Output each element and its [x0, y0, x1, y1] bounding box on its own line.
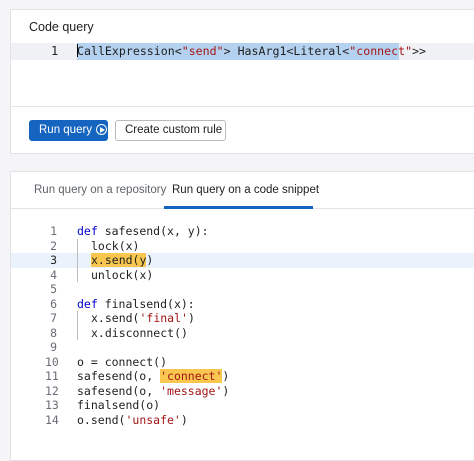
line-number: 4 — [50, 267, 57, 282]
keyword: def — [77, 224, 98, 238]
code-line[interactable]: 4 unlock(x) — [11, 267, 474, 282]
code-token: ) — [180, 412, 188, 427]
code-text: x.send('final') — [77, 311, 195, 326]
indent-guide — [77, 311, 91, 326]
line-number: 9 — [50, 340, 57, 354]
code-line[interactable]: 7 x.send('final') — [11, 311, 474, 326]
code-text: finalsend(o) — [77, 398, 160, 413]
tab-bar: Run query on a repository Run query on a… — [11, 172, 474, 209]
code-token: x.disconnect() — [91, 325, 188, 340]
code-token: ) — [146, 253, 154, 267]
code-line[interactable]: 13 finalsend(o) — [11, 398, 474, 413]
code-text: o = connect() — [77, 355, 167, 370]
line-number: 8 — [50, 325, 57, 340]
line-number: 1 — [51, 44, 59, 58]
run-query-button[interactable]: Run query — [29, 120, 108, 141]
line-number: 1 — [50, 224, 57, 238]
line-number: 7 — [50, 311, 57, 325]
line-number: 6 — [50, 296, 57, 311]
create-custom-rule-button[interactable]: Create custom rule — [115, 120, 226, 141]
tab-run-on-code-snippet[interactable]: Run query on a code snippet — [172, 184, 319, 196]
code-token: finalsend(x): — [97, 296, 195, 311]
code-query-panel: Code query 1 CallExpression<"send"> HasA… — [10, 9, 474, 154]
query-match-highlight: 'connect' — [160, 369, 223, 383]
indent-guide — [77, 253, 91, 268]
code-line[interactable]: 5 — [11, 282, 474, 297]
tab-run-on-repository[interactable]: Run query on a repository — [34, 184, 166, 196]
code-line[interactable]: 1 def safesend(x, y): — [11, 224, 474, 239]
code-text: o.send('unsafe') — [77, 413, 188, 428]
code-text: safesend(o, 'connect') — [77, 369, 229, 384]
code-token: safesend(o, — [77, 369, 161, 383]
code-text: safesend(o, 'message') — [77, 384, 229, 399]
code-line[interactable]: 11 safesend(o, 'connect') — [11, 369, 474, 384]
line-number: 5 — [50, 282, 57, 296]
code-text: x.disconnect() — [77, 325, 188, 340]
active-tab-indicator — [164, 206, 313, 209]
code-token: ) — [222, 383, 230, 398]
code-line[interactable]: 3 x.send(y) — [11, 253, 474, 268]
code-token: safesend(o, — [77, 383, 161, 398]
play-circle-icon — [96, 124, 108, 135]
code-text: def finalsend(x): — [77, 297, 195, 312]
code-token: finalsend(o) — [77, 398, 161, 412]
code-text: x.send(y) — [77, 253, 153, 268]
code-line[interactable]: 8 x.disconnect() — [11, 325, 474, 340]
code-token: o.send( — [77, 412, 126, 427]
line-number: 3 — [50, 253, 57, 267]
code-token: safesend(x, y): — [97, 224, 209, 238]
divider — [11, 106, 474, 107]
code-line[interactable]: 10 o = connect() — [11, 355, 474, 370]
query-text[interactable]: CallExpression<"send"> HasArg1<Literal<"… — [77, 43, 426, 60]
code-line[interactable]: 2 lock(x) — [11, 238, 474, 253]
string-literal: 'final' — [139, 311, 188, 325]
code-token: x.send( — [91, 311, 140, 325]
string-literal: 'message' — [160, 383, 223, 398]
code-token: ) — [187, 311, 195, 325]
code-token: unlock(x) — [91, 267, 154, 282]
indent-guide — [77, 238, 91, 253]
code-token: ) — [222, 369, 230, 383]
line-number: 11 — [45, 369, 59, 383]
code-line[interactable]: 14 o.send('unsafe') — [11, 413, 474, 428]
indent-guide — [77, 267, 91, 282]
keyword: def — [77, 296, 98, 311]
code-token: x.send( — [91, 253, 140, 267]
string-literal: 'unsafe' — [125, 412, 181, 427]
code-token: o = connect() — [77, 354, 168, 369]
indent-guide — [77, 325, 91, 340]
query-editor[interactable]: 1 CallExpression<"send"> HasArg1<Literal… — [11, 43, 474, 60]
line-number: 13 — [45, 398, 59, 412]
line-number: 10 — [45, 354, 59, 369]
query-string-arg: "send" — [181, 44, 224, 58]
code-snippet-panel: Run query on a repository Run query on a… — [10, 171, 474, 461]
query-match-highlight: x.send(y — [91, 253, 147, 267]
code-line[interactable]: 6 def finalsend(x): — [11, 297, 474, 312]
code-line[interactable]: 9 — [11, 340, 474, 355]
code-token: lock(x) — [91, 238, 140, 253]
query-string-arg: "connect" — [349, 44, 413, 58]
panel-title: Code query — [29, 20, 94, 34]
code-text: def safesend(x, y): — [77, 224, 209, 239]
line-number: 2 — [50, 238, 57, 253]
code-editor[interactable]: 1 def safesend(x, y): 2 lock(x) 3 x.send(y) 4 u… — [11, 224, 474, 427]
code-line[interactable]: 12 safesend(o, 'message') — [11, 384, 474, 399]
code-text: unlock(x) — [77, 267, 154, 282]
line-number: 12 — [45, 383, 59, 398]
line-number: 14 — [45, 412, 59, 427]
code-text: lock(x) — [77, 238, 140, 253]
